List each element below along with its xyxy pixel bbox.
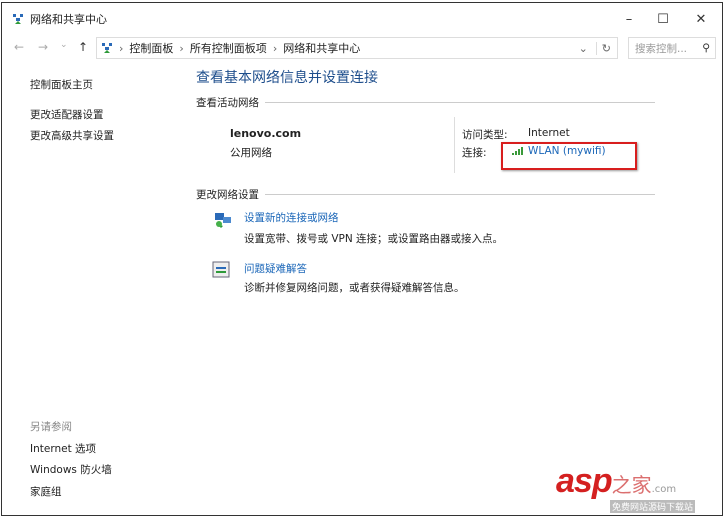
search-placeholder: 搜索控制... [635, 42, 688, 55]
breadcrumb-all-items[interactable]: 所有控制面板项 [190, 40, 267, 56]
forward-button[interactable]: → [38, 40, 48, 54]
change-settings-section: 更改网络设置 [196, 187, 655, 202]
access-type-value: Internet [528, 127, 570, 139]
divider [265, 194, 655, 195]
see-also-internet-options[interactable]: Internet 选项 [30, 441, 96, 456]
troubleshoot-desc: 诊断并修复网络问题，或者获得疑难解答信息。 [244, 282, 465, 294]
up-button[interactable]: ↑ [78, 40, 88, 54]
highlight-box [501, 142, 637, 170]
section-heading: 查看活动网络 [196, 97, 259, 109]
sidebar-item-adapter-settings[interactable]: 更改适配器设置 [30, 107, 104, 122]
see-also-homegroup[interactable]: 家庭组 [30, 484, 62, 499]
window-title: 网络和共享中心 [30, 13, 107, 26]
network-type[interactable]: 公用网络 [230, 145, 272, 160]
watermark-logo: asp之家.com 免费网站源码下载站 [556, 462, 696, 513]
search-input[interactable]: 搜索控制... ⚲ [628, 37, 716, 59]
access-type-label: 访问类型: [462, 129, 508, 141]
maximize-button[interactable]: ☐ [644, 3, 682, 35]
recent-locations-button[interactable]: ⌄ [60, 40, 68, 50]
connection-label: 连接: [462, 147, 487, 159]
see-also-heading: 另请参阅 [30, 421, 72, 433]
breadcrumb-network-center[interactable]: 网络和共享中心 [283, 40, 360, 56]
setup-new-connection-link[interactable]: 设置新的连接或网络 [244, 210, 339, 225]
new-connection-icon [215, 213, 231, 228]
watermark-brand2: 之家 [611, 473, 652, 497]
search-icon: ⚲ [702, 42, 710, 54]
watermark-tagline: 免费网站源码下载站 [610, 500, 696, 513]
sidebar-item-home[interactable]: 控制面板主页 [30, 77, 93, 92]
breadcrumb-control-panel[interactable]: 控制面板 [129, 40, 173, 56]
breadcrumb-separator: › [119, 41, 124, 55]
network-name: lenovo.com [230, 127, 302, 140]
sidebar-item-advanced-sharing[interactable]: 更改高级共享设置 [30, 128, 114, 143]
address-bar-row: ← → ⌄ ↑ › 控制面板 › 所有控制面板项 › 网络和共享中心 ⌄ ↻ 搜… [2, 36, 722, 60]
breadcrumb-separator: › [179, 41, 184, 55]
refresh-button[interactable]: ↻ [595, 41, 611, 55]
vertical-divider [454, 117, 455, 173]
address-path[interactable]: › 控制面板 › 所有控制面板项 › 网络和共享中心 ⌄ ↻ [96, 37, 618, 59]
troubleshoot-icon [212, 261, 230, 278]
see-also-firewall[interactable]: Windows 防火墙 [30, 462, 112, 477]
address-dropdown-button[interactable]: ⌄ [579, 42, 588, 55]
back-button[interactable]: ← [14, 40, 24, 54]
troubleshoot-link[interactable]: 问题疑难解答 [244, 261, 307, 276]
page-title: 查看基本网络信息并设置连接 [196, 70, 378, 86]
network-sharing-center-window: 网络和共享中心 – ☐ ✕ ← → ⌄ ↑ › 控制面板 › 所有控制面板项 ›… [1, 2, 723, 516]
control-panel-icon [102, 43, 112, 53]
setup-new-connection-desc: 设置宽带、拨号或 VPN 连接；或设置路由器或接入点。 [244, 233, 504, 245]
watermark-brand: asp [556, 462, 613, 500]
watermark-domain: .com [651, 484, 677, 495]
close-button[interactable]: ✕ [682, 3, 720, 35]
minimize-button[interactable]: – [610, 3, 648, 35]
title-bar: 网络和共享中心 – ☐ ✕ [2, 3, 722, 35]
breadcrumb-separator: › [272, 41, 278, 55]
divider [265, 102, 655, 103]
network-icon [13, 14, 23, 24]
active-networks-section: 查看活动网络 [196, 95, 655, 110]
section-heading: 更改网络设置 [196, 189, 259, 201]
